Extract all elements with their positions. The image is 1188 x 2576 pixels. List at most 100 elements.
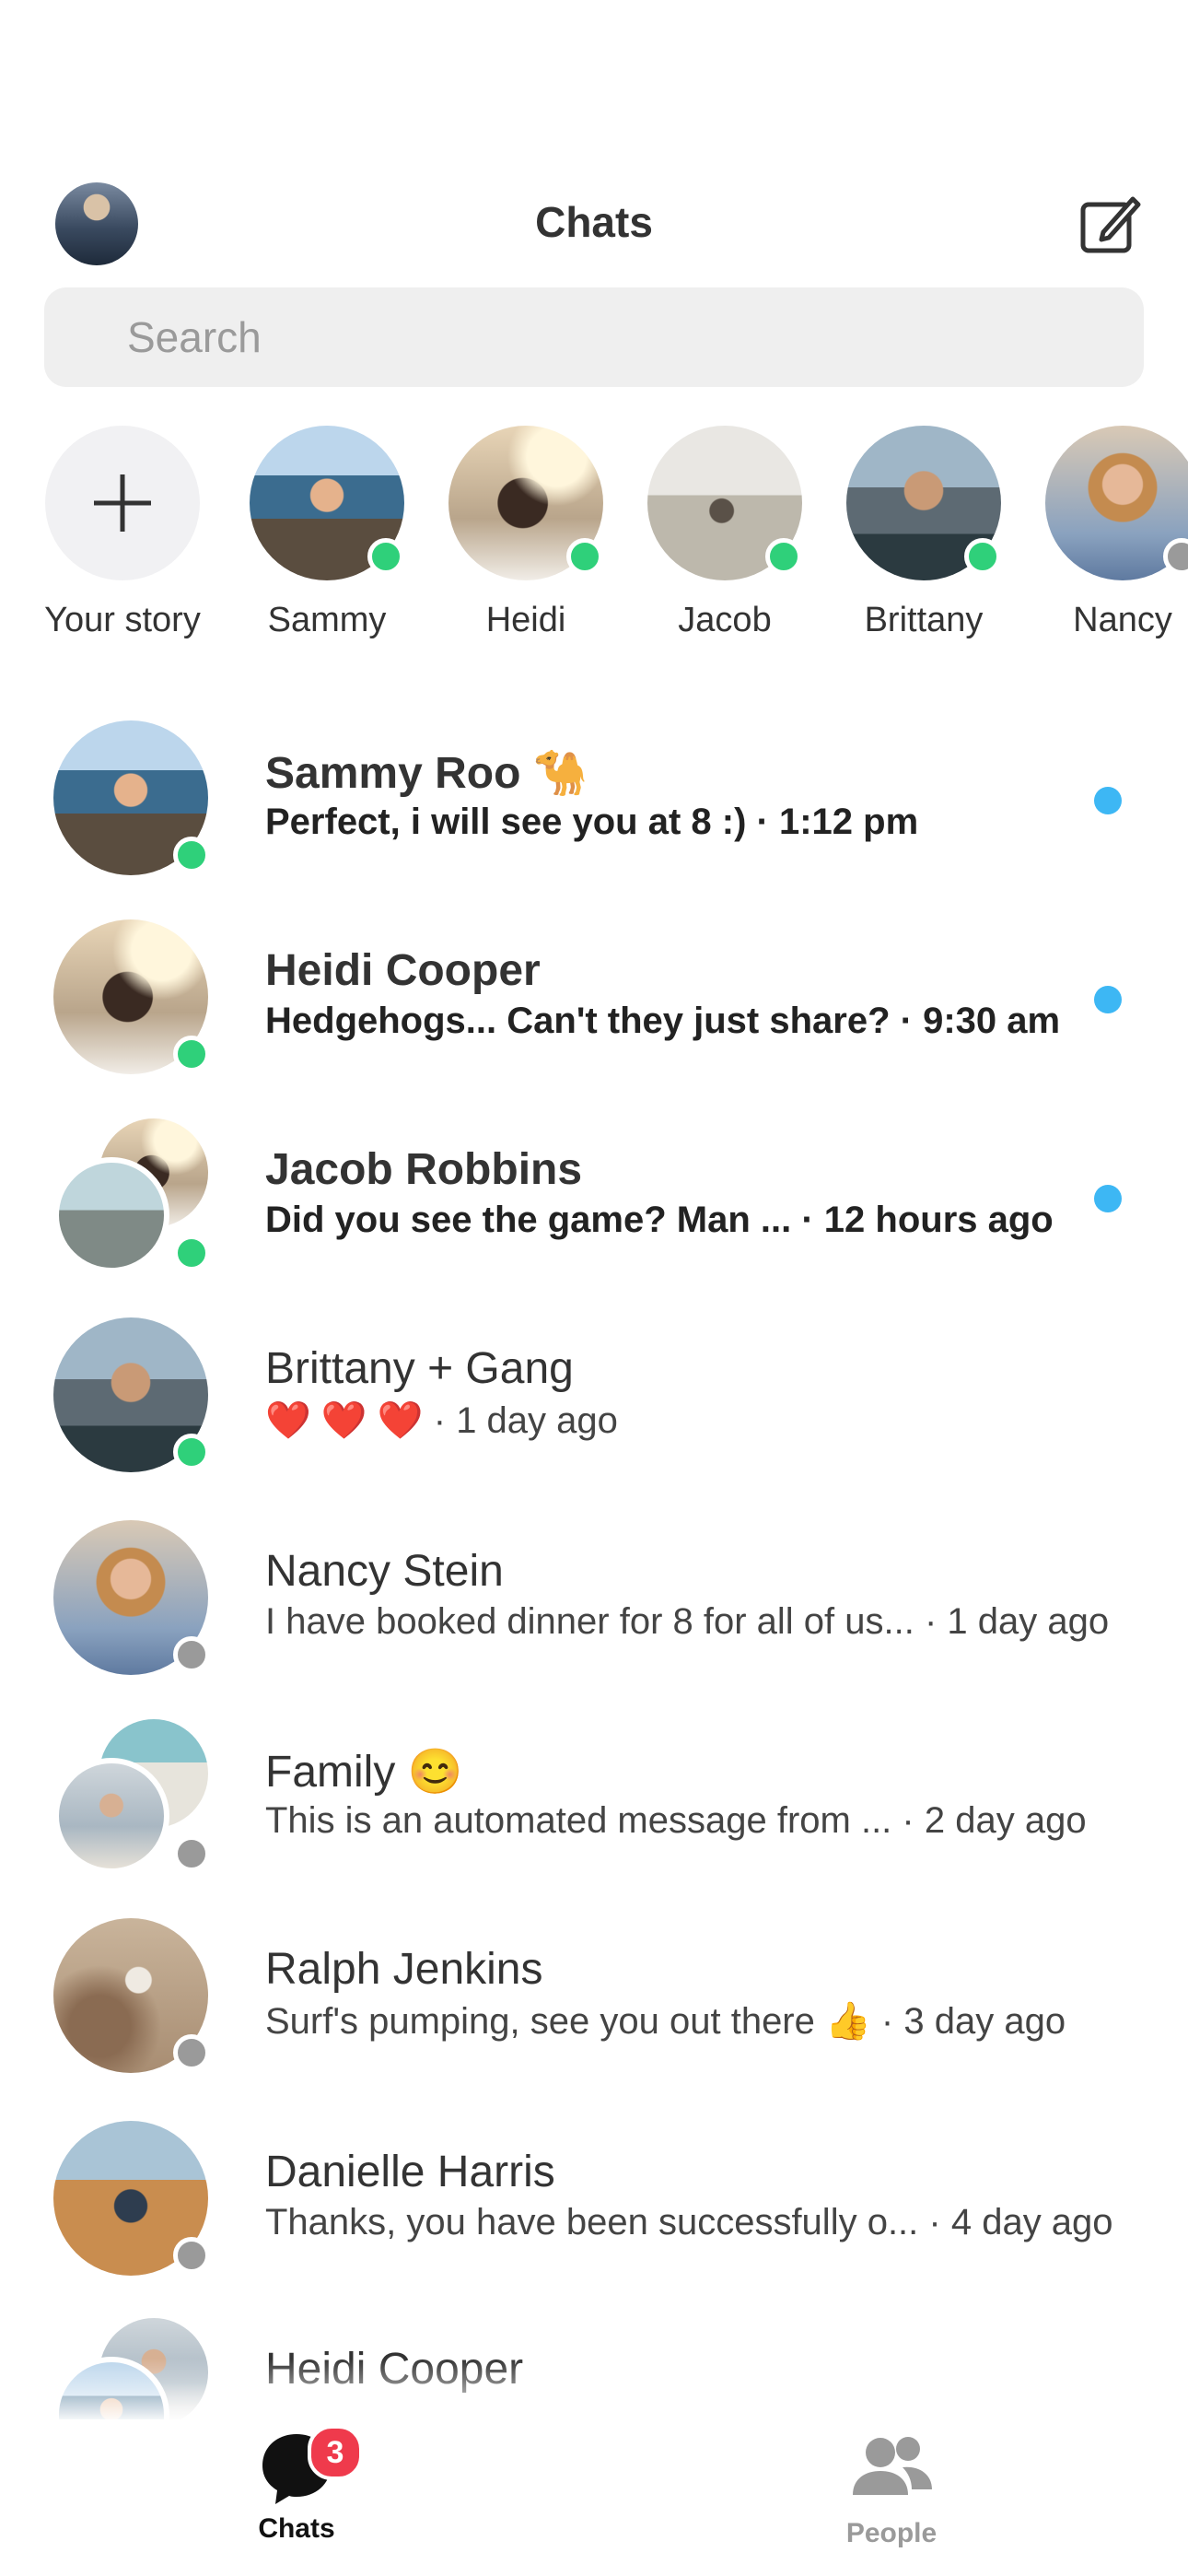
chat-row[interactable]: Sammy Roo 🐪 Perfect, i will see you at 8… [0,702,1188,877]
story-your-story[interactable]: Your story [30,426,215,640]
preview-text: Did you see the game? Man ... [265,1200,792,1240]
online-indicator [173,837,210,873]
preview-text: Thanks, you have been successfully o... [265,2202,919,2242]
story-avatar [846,426,1001,580]
chat-name: Jacob Robbins [265,1145,583,1194]
chat-preview: Thanks, you have been successfully o... … [265,2202,1113,2243]
chat-name: Nancy Stein [265,1547,504,1596]
compose-icon[interactable] [1077,192,1144,258]
chat-row[interactable]: Nancy Stein I have booked dinner for 8 f… [0,1502,1188,1677]
online-indicator [367,538,404,575]
offline-indicator [1163,538,1188,575]
online-indicator [566,538,603,575]
avatar [53,1758,169,1874]
chat-row[interactable]: Heidi Cooper Hedgehogs... Can't they jus… [0,901,1188,1076]
story-avatar [250,426,404,580]
chat-time: · 2 day ago [902,1800,1087,1841]
camel-emoji: 🐪 [532,749,588,798]
people-icon [853,2437,932,2495]
offline-indicator [173,1835,210,1872]
chat-preview: This is an automated message from ... · … [265,1800,1087,1842]
tab-chats[interactable]: 3 Chats [186,2425,407,2545]
chat-name-text: Sammy Roo [265,749,521,798]
chat-time: · 1 day ago [433,1400,618,1441]
online-indicator [765,538,802,575]
chat-name: Ralph Jenkins [265,1945,543,1994]
chat-row[interactable]: Family 😊 This is an automated message fr… [0,1701,1188,1876]
chat-time: · 1:12 pm [756,802,919,842]
chat-row[interactable]: Ralph Jenkins Surf's pumping, see you ou… [0,1900,1188,2075]
story-heidi[interactable]: Heidi [434,426,618,640]
stories-row: Your story Sammy Heidi Jacob Brittany Na… [0,426,1188,665]
hearts-emoji: ❤️ ❤️ ❤️ [265,1400,424,1441]
tab-label: Chats [258,2513,335,2544]
story-sammy[interactable]: Sammy [235,426,419,640]
story-label: Brittany [864,601,984,639]
search-bar[interactable] [44,287,1144,387]
chat-name: Sammy Roo 🐪 [265,746,588,799]
chat-avatar [53,1317,210,1472]
online-indicator [173,1036,210,1072]
chat-time: · 3 day ago [880,2001,1066,2042]
chat-row[interactable]: Jacob Robbins Did you see the game? Man … [0,1100,1188,1275]
offline-indicator [173,2237,210,2274]
chat-preview: Hedgehogs... Can't they just share? · 9:… [265,1001,1060,1042]
group-avatar [53,1118,210,1273]
search-input[interactable] [44,287,1144,387]
plus-icon [94,474,151,532]
unread-dot [1094,986,1122,1013]
chat-avatar [53,1918,210,2073]
story-nancy[interactable]: Nancy [1031,426,1188,640]
preview-text: This is an automated message from ... [265,1800,892,1841]
offline-indicator [173,2034,210,2071]
chat-preview: Surf's pumping, see you out there 👍 · 3 … [265,1999,1066,2043]
preview-text: Perfect, i will see you at 8 :) [265,802,747,842]
story-label: Heidi [485,601,566,639]
chat-row[interactable]: Brittany + Gang ❤️ ❤️ ❤️ · 1 day ago [0,1299,1188,1474]
page-title: Chats [535,198,653,246]
story-avatar [647,426,802,580]
chat-name: Brittany + Gang [265,1344,574,1393]
chat-name-text: Family [265,1748,396,1797]
tab-people[interactable]: People [781,2429,1002,2549]
story-jacob[interactable]: Jacob [633,426,817,640]
list-fade [0,2359,1188,2423]
group-avatar [53,1719,210,1874]
unread-dot [1094,787,1122,814]
chat-preview: Perfect, i will see you at 8 :) · 1:12 p… [265,802,918,843]
chat-avatar [53,1520,210,1675]
online-indicator [173,1235,210,1271]
tab-bar: 3 Chats People [0,2419,1188,2576]
story-label: Nancy [1073,601,1172,639]
chat-preview: ❤️ ❤️ ❤️ · 1 day ago [265,1399,618,1442]
story-brittany[interactable]: Brittany [832,426,1016,640]
add-story-button[interactable] [45,426,200,580]
story-avatar [1045,426,1188,580]
story-label: Jacob [678,601,772,639]
story-avatar [448,426,603,580]
chat-time: · 12 hours ago [801,1200,1054,1240]
chat-avatar [53,919,210,1074]
preview-text: Surf's pumping, see you out there 👍 [265,2001,871,2042]
chat-time: · 9:30 am [900,1001,1061,1041]
chat-name: Heidi Cooper [265,946,541,995]
chat-name: Family 😊 [265,1745,462,1797]
chat-avatar [53,720,210,875]
story-label: Sammy [267,601,387,639]
preview-text: Hedgehogs... Can't they just share? [265,1001,891,1041]
preview-text: I have booked dinner for 8 for all of us… [265,1601,914,1642]
chat-time: · 4 day ago [928,2202,1113,2242]
smile-emoji: 😊 [407,1748,463,1797]
chat-time: · 1 day ago [925,1601,1110,1642]
chat-row[interactable]: Danielle Harris Thanks, you have been su… [0,2102,1188,2277]
unread-dot [1094,1185,1122,1212]
header: Chats [0,175,1188,276]
online-indicator [173,1434,210,1470]
chat-preview: Did you see the game? Man ... · 12 hours… [265,1200,1054,1241]
avatar [53,1157,169,1273]
online-indicator [964,538,1001,575]
chat-avatar [53,2121,210,2276]
chat-name: Danielle Harris [265,2148,555,2196]
offline-indicator [173,1636,210,1673]
story-label: Your story [44,601,201,639]
